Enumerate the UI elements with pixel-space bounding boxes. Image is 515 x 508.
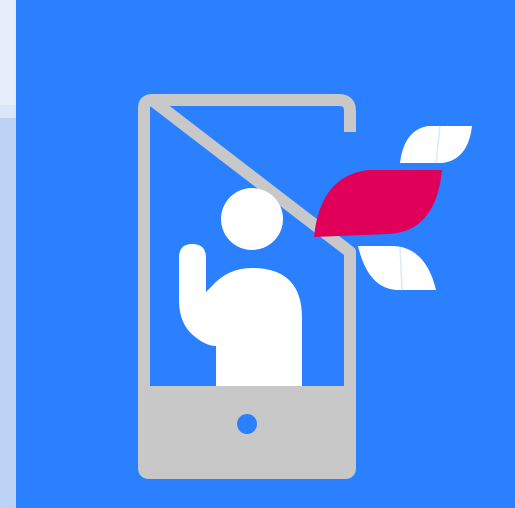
home-button-icon	[237, 414, 257, 434]
page-backdrop-side	[0, 118, 16, 508]
page-backdrop-strip	[0, 105, 16, 118]
person-head	[221, 188, 283, 250]
video-call-illustration	[16, 0, 515, 508]
screen	[0, 0, 515, 508]
illustration-canvas	[16, 0, 515, 508]
